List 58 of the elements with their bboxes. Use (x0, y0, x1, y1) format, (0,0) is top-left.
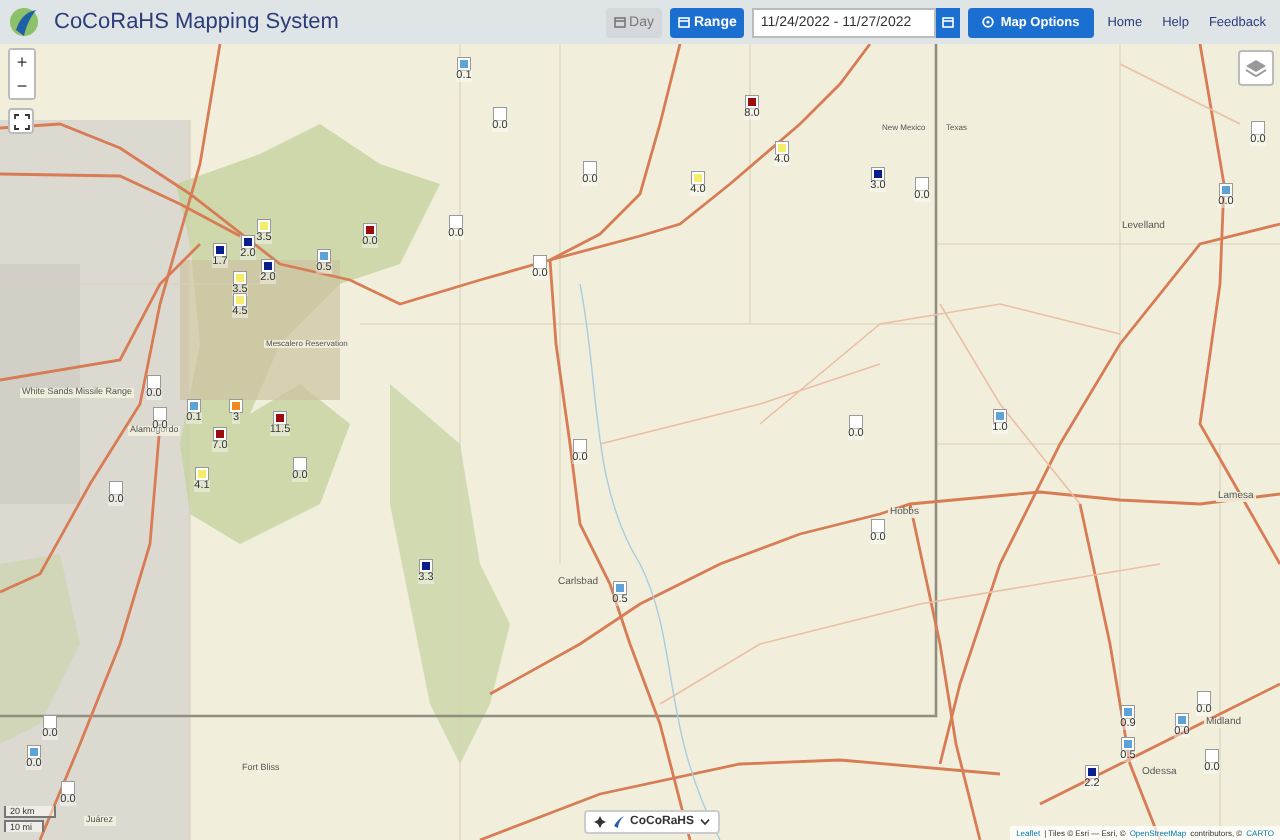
calendar-button[interactable] (936, 7, 961, 37)
station-marker[interactable] (364, 224, 376, 236)
move-icon (594, 816, 606, 828)
station-marker[interactable] (850, 416, 862, 428)
fullscreen-icon (13, 113, 29, 129)
station-marker[interactable] (916, 178, 928, 190)
station-marker[interactable] (872, 520, 884, 532)
station-marker[interactable] (294, 458, 306, 470)
station-marker[interactable] (1122, 738, 1134, 750)
station-marker[interactable] (1198, 692, 1210, 704)
station-marker[interactable] (28, 746, 40, 758)
logo-icon (612, 816, 624, 828)
station-marker[interactable] (262, 260, 274, 272)
calendar-icon (613, 16, 626, 28)
logo-icon (8, 6, 40, 38)
station-marker[interactable] (534, 256, 546, 268)
station-marker[interactable] (274, 412, 286, 424)
station-marker[interactable] (1252, 122, 1264, 134)
station-marker[interactable] (1122, 706, 1134, 718)
station-marker[interactable] (44, 716, 56, 728)
station-marker[interactable] (1206, 750, 1218, 762)
station-marker[interactable] (994, 410, 1006, 422)
station-marker[interactable] (1086, 766, 1098, 778)
station-marker[interactable] (872, 168, 884, 180)
station-marker[interactable] (614, 582, 626, 594)
app-title: CoCoRaHS Mapping System (54, 10, 339, 34)
station-marker[interactable] (148, 376, 160, 388)
station-marker[interactable] (188, 400, 200, 412)
station-marker[interactable] (692, 172, 704, 184)
station-marker[interactable] (776, 142, 788, 154)
station-marker[interactable] (450, 216, 462, 228)
layers-button[interactable] (1238, 50, 1274, 86)
station-marker[interactable] (110, 482, 122, 494)
layers-icon (1244, 57, 1268, 79)
station-marker[interactable] (494, 108, 506, 120)
station-marker[interactable] (1220, 184, 1232, 196)
station-marker[interactable] (746, 96, 758, 108)
fullscreen-button[interactable] (8, 108, 34, 134)
calendar-icon (942, 16, 955, 28)
station-marker[interactable] (318, 250, 330, 262)
station-marker[interactable] (242, 236, 254, 248)
station-marker[interactable] (62, 782, 74, 794)
station-marker[interactable] (234, 272, 246, 284)
station-marker[interactable] (214, 428, 226, 440)
station-marker[interactable] (574, 440, 586, 452)
calendar-icon (677, 16, 690, 28)
station-marker[interactable] (230, 400, 242, 412)
station-marker[interactable] (420, 560, 432, 572)
station-marker[interactable] (258, 220, 270, 232)
station-marker[interactable] (154, 408, 166, 420)
station-marker[interactable] (234, 294, 246, 306)
caret-icon (700, 818, 711, 826)
station-marker[interactable] (196, 468, 208, 480)
settings-icon (982, 16, 995, 28)
station-marker[interactable] (458, 58, 470, 70)
station-marker[interactable] (584, 162, 596, 174)
station-marker[interactable] (1176, 714, 1188, 726)
station-marker[interactable] (214, 244, 226, 256)
